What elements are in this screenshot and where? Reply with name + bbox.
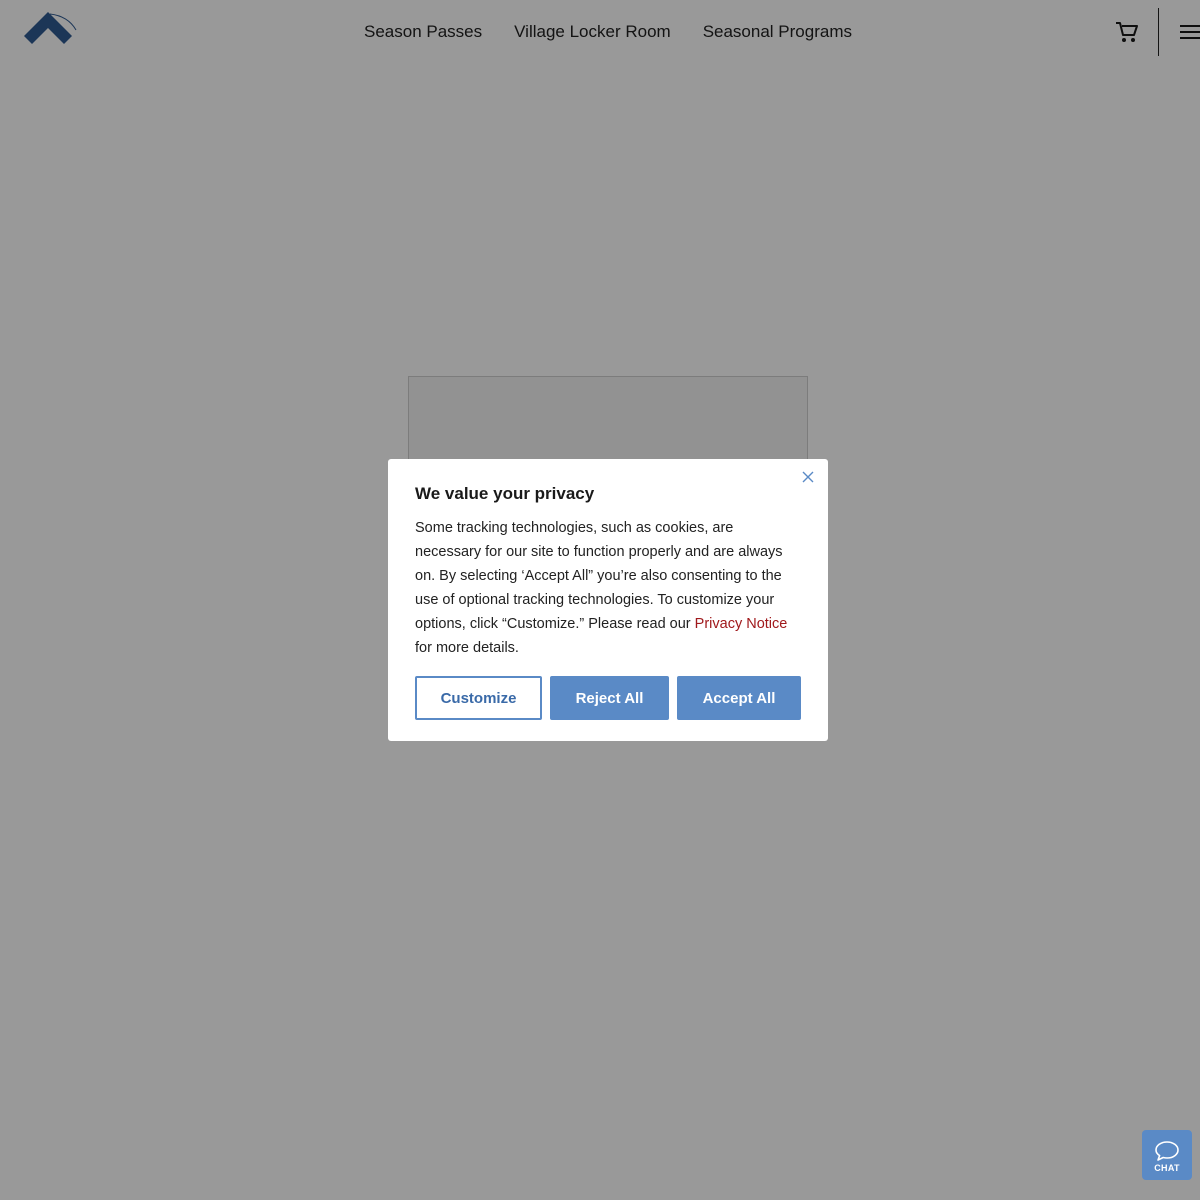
customize-button[interactable]: Customize <box>415 676 542 720</box>
dialog-body-suffix: for more details. <box>415 640 519 656</box>
chat-button[interactable]: CHAT <box>1142 1130 1192 1180</box>
dialog-body: Some tracking technologies, such as cook… <box>415 516 801 660</box>
accept-all-button[interactable]: Accept All <box>677 676 801 720</box>
close-icon <box>802 471 814 483</box>
chat-label: CHAT <box>1154 1162 1180 1173</box>
dialog-title: We value your privacy <box>415 484 595 503</box>
privacy-dialog: We value your privacy Some tracking tech… <box>388 459 828 741</box>
close-button[interactable] <box>800 469 816 485</box>
reject-all-button[interactable]: Reject All <box>550 676 669 720</box>
dialog-buttons: Customize Reject All Accept All <box>415 676 801 720</box>
chat-bubble-icon <box>1155 1140 1179 1161</box>
privacy-notice-link[interactable]: Privacy Notice <box>695 616 788 632</box>
